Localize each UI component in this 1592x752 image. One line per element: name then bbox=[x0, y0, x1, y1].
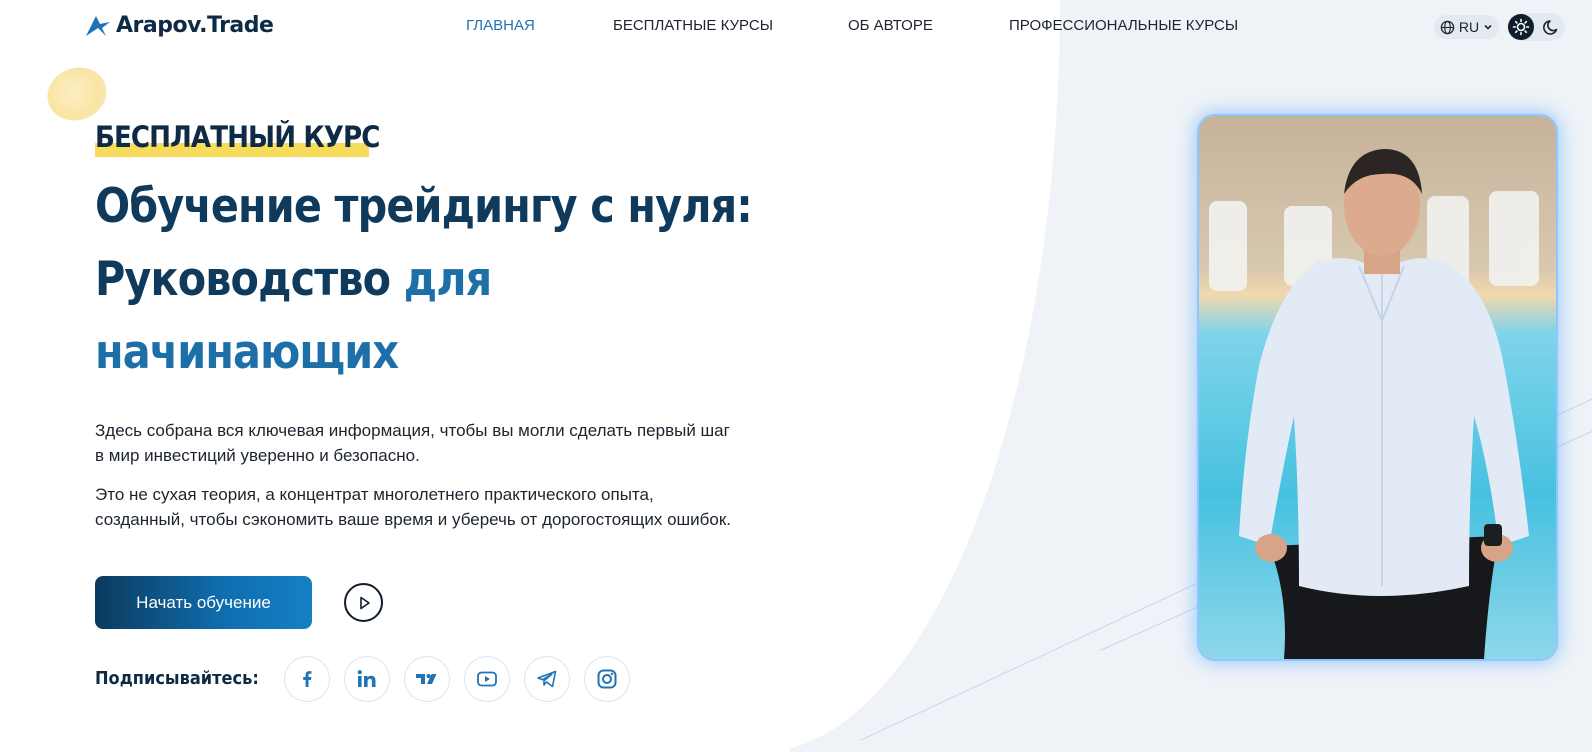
site-header: Arapov.Trade ГЛАВНАЯ БЕСПЛАТНЫЕ КУРСЫ ОБ… bbox=[0, 0, 1592, 54]
sun-icon bbox=[1512, 18, 1530, 36]
logo-text: Arapov.Trade bbox=[116, 13, 274, 38]
chevron-down-icon bbox=[1484, 24, 1492, 30]
linkedin-link[interactable] bbox=[344, 656, 390, 702]
instagram-link[interactable] bbox=[584, 656, 630, 702]
nav-item-about[interactable]: ОБ АВТОРЕ bbox=[848, 17, 933, 34]
tradingview-icon bbox=[416, 674, 437, 684]
coin-decoration bbox=[39, 59, 115, 129]
facebook-icon bbox=[303, 671, 312, 687]
title-line-2-a: Руководство bbox=[95, 252, 391, 307]
title-line-3: начинающих bbox=[95, 325, 399, 380]
title-line-2: Руководство для bbox=[95, 243, 729, 316]
title-line-1: Обучение трейдингу с нуля: bbox=[95, 179, 753, 234]
facebook-link[interactable] bbox=[284, 656, 330, 702]
moon-icon bbox=[1543, 20, 1558, 35]
title-line-2-b: для bbox=[403, 252, 492, 307]
logo-icon bbox=[86, 15, 110, 36]
instagram-icon bbox=[597, 669, 617, 689]
subscribe-label: Подписывайтесь: bbox=[95, 668, 259, 689]
start-learning-button[interactable]: Начать обучение bbox=[95, 576, 312, 629]
intro-paragraph-2: Это не сухая теория, а концентрат многол… bbox=[95, 485, 732, 529]
globe-icon bbox=[1440, 20, 1455, 34]
nav-item-home[interactable]: ГЛАВНАЯ bbox=[466, 17, 535, 34]
play-video-button[interactable] bbox=[344, 583, 383, 622]
youtube-link[interactable] bbox=[464, 656, 510, 702]
nav-item-pro-courses[interactable]: ПРОФЕССИОНАЛЬНЫЕ КУРСЫ bbox=[1009, 17, 1238, 34]
logo[interactable]: Arapov.Trade bbox=[84, 13, 274, 38]
page-title: Обучение трейдингу с нуля: Руководство д… bbox=[95, 170, 753, 389]
nav-item-free-courses[interactable]: БЕСПЛАТНЫЕ КУРСЫ bbox=[613, 17, 773, 34]
language-selector[interactable]: RU bbox=[1434, 15, 1499, 39]
tradingview-link[interactable] bbox=[404, 656, 450, 702]
author-figure bbox=[1209, 149, 1539, 659]
course-tag: БЕСПЛАТНЫЙ КУРС bbox=[95, 120, 380, 154]
author-photo bbox=[1199, 116, 1556, 659]
play-icon bbox=[359, 596, 370, 609]
youtube-icon bbox=[477, 671, 497, 687]
light-theme-button[interactable] bbox=[1508, 14, 1534, 40]
telegram-icon bbox=[537, 670, 557, 688]
language-label: RU bbox=[1458, 19, 1480, 35]
linkedin-icon bbox=[357, 670, 376, 687]
dark-theme-button[interactable] bbox=[1540, 14, 1564, 40]
intro-paragraph-1: Здесь собрана вся ключевая информация, ч… bbox=[95, 421, 730, 465]
telegram-link[interactable] bbox=[524, 656, 570, 702]
